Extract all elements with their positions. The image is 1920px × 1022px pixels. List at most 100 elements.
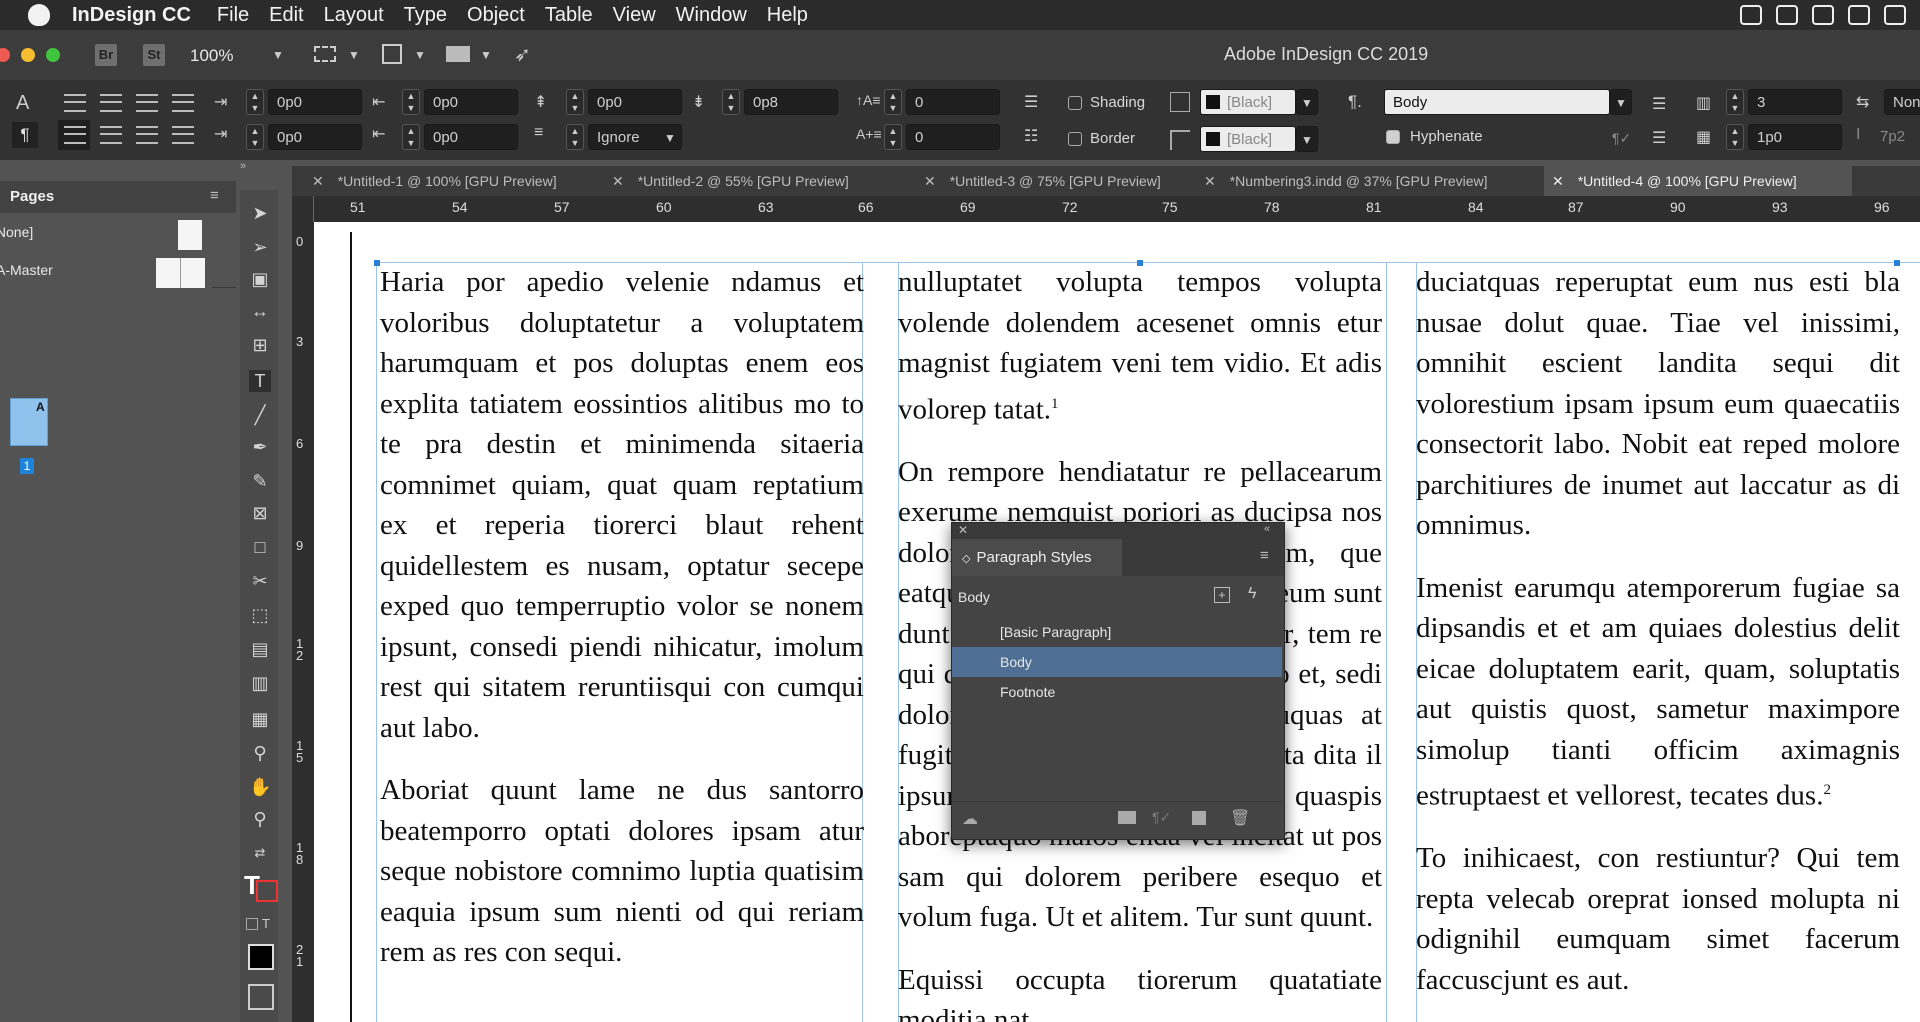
arrange-documents-icon[interactable] xyxy=(446,46,470,62)
document-tab-active[interactable]: ✕ *Untitled-4 @ 100% [GPU Preview] xyxy=(1544,166,1852,196)
style-list-item-selected[interactable]: Body xyxy=(952,647,1282,677)
text-column-3[interactable]: duciatquas reperuptat eum nus esti bla n… xyxy=(1416,262,1900,1022)
direct-selection-tool-icon[interactable]: ➢ xyxy=(249,236,271,258)
publish-online-icon[interactable]: ➶ xyxy=(514,42,531,67)
menu-view[interactable]: View xyxy=(613,4,656,27)
chevron-down-icon[interactable]: ▼ xyxy=(348,48,360,62)
justify-right-icon[interactable] xyxy=(136,126,158,144)
columns-field[interactable]: 3 xyxy=(1748,89,1842,115)
bullet-list-icon[interactable]: ☰ xyxy=(1024,92,1038,112)
paragraph-style-select[interactable]: Body xyxy=(1384,89,1610,115)
last-line-indent-field[interactable]: 0p0 xyxy=(424,124,518,150)
chevron-down-icon[interactable]: ▼ xyxy=(272,48,284,62)
scissors-tool-icon[interactable]: ✂ xyxy=(249,570,271,592)
creative-cloud-icon[interactable] xyxy=(1848,5,1870,25)
justify-left-icon[interactable] xyxy=(64,126,86,144)
chevron-down-icon[interactable]: ▼ xyxy=(480,48,492,62)
page-number-label[interactable]: 1 xyxy=(20,458,34,474)
gap-tool-icon[interactable]: ↔ xyxy=(249,300,271,322)
shading-checkbox[interactable] xyxy=(1068,96,1082,110)
zoom-tool-icon[interactable]: ⚲ xyxy=(249,808,271,830)
paragraph-style-dropdown[interactable]: ▼ xyxy=(1610,89,1632,115)
line-tool-icon[interactable]: ╱ xyxy=(249,404,271,426)
left-indent-spinner[interactable]: ▲ ▼ xyxy=(246,89,264,115)
chevron-down-icon[interactable]: ▼ xyxy=(414,48,426,62)
screen-icon[interactable] xyxy=(1812,5,1834,25)
zoom-window-button[interactable] xyxy=(46,48,60,62)
right-indent-field[interactable]: 0p0 xyxy=(424,89,518,115)
a-master-label[interactable]: A-Master xyxy=(0,262,53,278)
vertical-ruler[interactable]: 0 3 6 9 12 15 18 21 xyxy=(292,222,314,1022)
drop-cap-chars-spinner[interactable]: ▲ ▼ xyxy=(884,124,902,150)
chevron-down-icon[interactable]: ▼ xyxy=(664,131,676,145)
text-column-1[interactable]: Haria por apedio velenie ndamus et volor… xyxy=(380,262,864,995)
rectangle-frame-tool-icon[interactable]: ⊠ xyxy=(249,502,271,524)
selection-tool-icon[interactable]: ➤ xyxy=(249,202,271,224)
eyedropper-tool-icon[interactable]: ⚲ xyxy=(249,742,271,764)
dropbox-icon[interactable] xyxy=(1776,5,1798,25)
pages-panel-title[interactable]: Pages xyxy=(10,188,54,205)
border-color-dropdown[interactable]: ▼ xyxy=(1296,126,1318,152)
border-settings-icon[interactable] xyxy=(1170,130,1190,150)
menu-file[interactable]: File xyxy=(217,4,249,27)
menu-layout[interactable]: Layout xyxy=(324,4,384,27)
menu-type[interactable]: Type xyxy=(404,4,447,27)
new-style-icon[interactable] xyxy=(1192,811,1206,825)
footnote-reference[interactable]: 2 xyxy=(1823,782,1831,798)
view-options-icon[interactable] xyxy=(314,46,336,62)
border-checkbox[interactable] xyxy=(1068,132,1082,146)
justify-center-icon[interactable] xyxy=(100,126,122,144)
paragraph-styles-tab[interactable]: ◇ Paragraph Styles xyxy=(952,539,1122,576)
collapse-panel-icon[interactable]: « xyxy=(1264,523,1270,535)
document-tab[interactable]: ✕ *Untitled-2 @ 55% [GPU Preview] xyxy=(612,166,908,196)
screen-mode-normal-icon[interactable] xyxy=(248,984,274,1010)
menu-help[interactable]: Help xyxy=(767,4,808,27)
horizontal-ruler[interactable]: 51 54 57 60 63 66 69 72 75 78 81 84 87 9… xyxy=(314,196,1920,222)
first-line-indent-spinner[interactable]: ▲ ▼ xyxy=(246,124,264,150)
document-tab[interactable]: ✕ *Untitled-1 @ 100% [GPU Preview] xyxy=(312,166,594,196)
apply-text-icon[interactable]: T xyxy=(262,916,270,931)
create-style-from-selection-icon[interactable]: + xyxy=(1214,587,1230,603)
none-master-thumbnail[interactable] xyxy=(178,220,202,250)
apple-icon[interactable] xyxy=(28,4,50,26)
swap-colors-icon[interactable]: ⇄ xyxy=(249,842,271,864)
document-tab[interactable]: ✕ *Untitled-3 @ 75% [GPU Preview] xyxy=(924,166,1204,196)
type-tool-icon[interactable]: T xyxy=(249,370,271,392)
menu-table[interactable]: Table xyxy=(545,4,593,27)
pen-tool-icon[interactable]: ✒ xyxy=(249,436,271,458)
align-grid-spinner[interactable]: ▲ ▼ xyxy=(566,124,584,150)
panel-menu-icon[interactable]: ≡ xyxy=(1260,547,1269,564)
rectangle-tool-icon[interactable]: □ xyxy=(249,536,271,558)
right-indent-spinner[interactable]: ▲ ▼ xyxy=(402,89,420,115)
numbered-list-icon[interactable]: ☷ xyxy=(1024,126,1038,146)
justify-all-icon[interactable] xyxy=(172,126,194,144)
menu-window[interactable]: Window xyxy=(676,4,747,27)
fill-color-icon[interactable] xyxy=(248,944,274,970)
character-mode-icon[interactable]: A xyxy=(16,92,29,115)
master-right-thumbnail[interactable] xyxy=(180,258,205,288)
bridge-button[interactable]: Br xyxy=(95,44,117,66)
minimize-window-button[interactable] xyxy=(21,48,35,62)
document-tab[interactable]: ✕ *Numbering3.indd @ 37% [GPU Preview] xyxy=(1204,166,1534,196)
note-tool-icon[interactable]: ▦ xyxy=(249,708,271,730)
style-list-item[interactable]: [Basic Paragraph] xyxy=(952,617,1282,647)
last-line-indent-spinner[interactable]: ▲ ▼ xyxy=(402,124,420,150)
quick-apply-icon[interactable]: ϟ xyxy=(1248,585,1256,603)
screen-mode-icon[interactable] xyxy=(382,44,402,64)
collapse-panel-icon[interactable]: » xyxy=(240,160,260,172)
close-tab-icon[interactable]: ✕ xyxy=(1204,173,1216,189)
new-group-icon[interactable] xyxy=(1118,811,1136,824)
align-right-icon[interactable] xyxy=(136,94,158,112)
close-tab-icon[interactable]: ✕ xyxy=(924,173,936,189)
ruler-origin[interactable] xyxy=(292,196,314,222)
style-list-item[interactable]: Footnote xyxy=(952,677,1282,707)
span-select[interactable]: None xyxy=(1884,89,1920,115)
left-indent-field[interactable]: 0p0 xyxy=(268,89,362,115)
info-icon[interactable] xyxy=(1884,5,1906,25)
space-before-field[interactable]: 0p0 xyxy=(588,89,682,115)
close-tab-icon[interactable]: ✕ xyxy=(312,173,324,189)
cloud-library-icon[interactable]: ☁ xyxy=(962,809,978,829)
content-collector-icon[interactable]: ⊞ xyxy=(249,334,271,356)
master-left-thumbnail[interactable] xyxy=(156,258,180,288)
app-menu[interactable]: InDesign CC xyxy=(72,4,191,27)
